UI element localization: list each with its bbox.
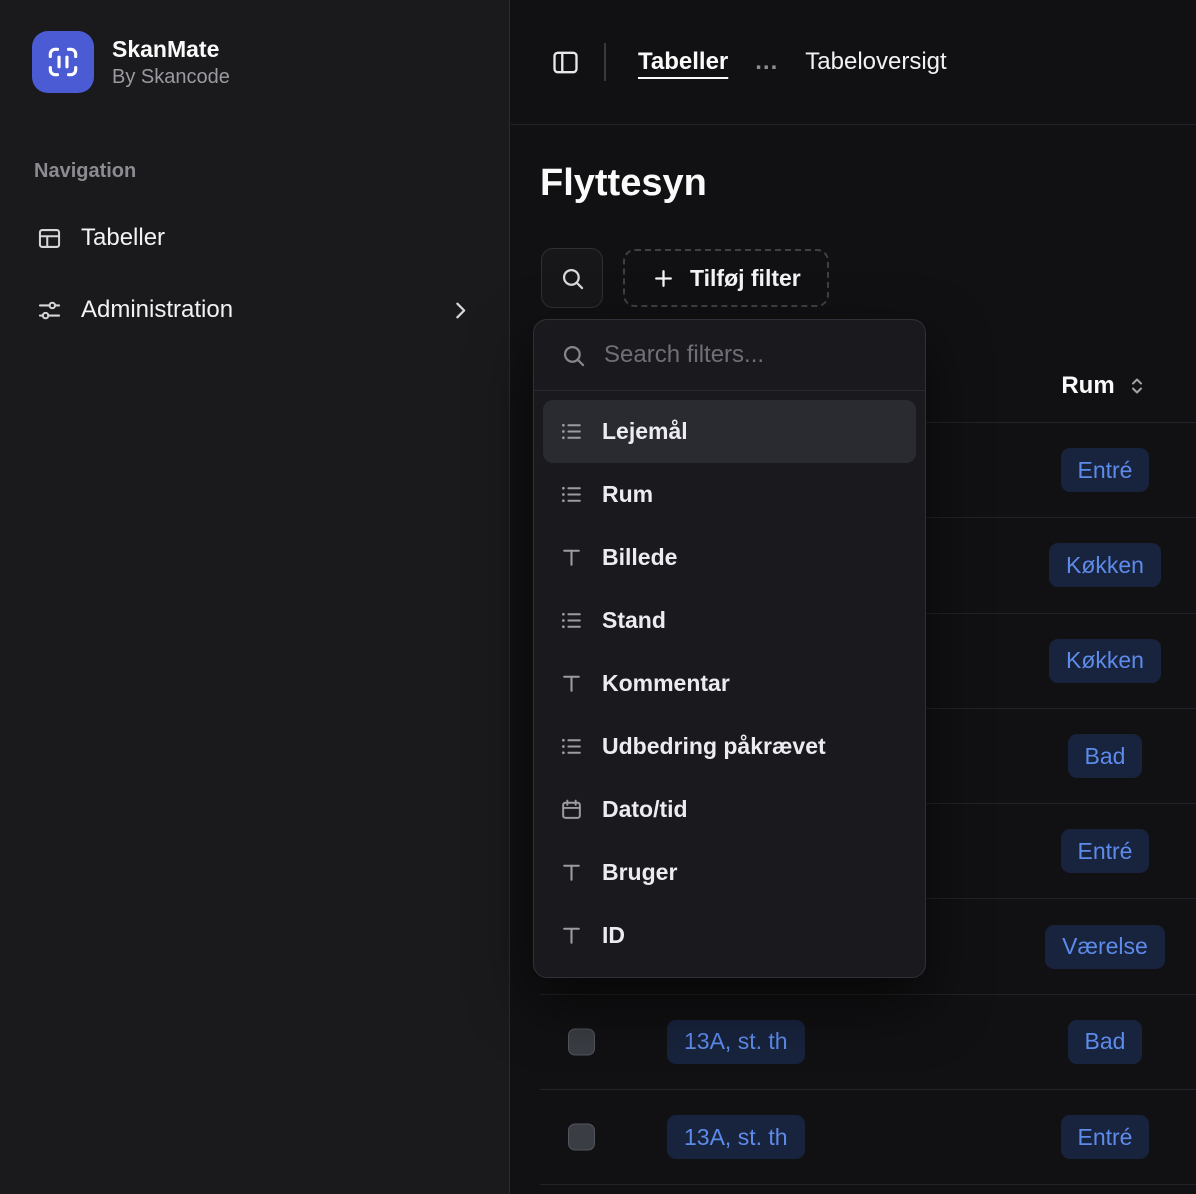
sidebar: SkanMate By Skancode Navigation Tabeller… [0,0,510,1194]
row-checkbox[interactable] [568,1124,595,1151]
search-icon [559,265,586,292]
filter-option-bruger[interactable]: Bruger [543,841,916,904]
brand-text: SkanMate By Skancode [112,36,230,89]
breadcrumb-tabeller-link[interactable]: Tabeller [638,48,728,76]
filter-option-id[interactable]: ID [543,904,916,967]
list-icon [559,608,584,633]
calendar-icon [559,797,584,822]
lejemaal-link[interactable]: 13A, st. th [667,1020,805,1064]
sidebar-item-administration[interactable]: Administration [22,282,487,338]
filter-option-label: Billede [602,544,677,571]
add-filter-label: Tilføj filter [690,265,801,292]
filter-option-label: Stand [602,607,666,634]
rum-badge: Køkken [1049,543,1161,587]
filter-option-label: Dato/tid [602,796,688,823]
filter-dropdown: Lejemål Rum Billede Stand Kommentar Udbe… [533,319,926,978]
breadcrumb-ellipsis[interactable]: ... [755,48,778,76]
breadcrumb-current: Tabeloversigt [805,48,946,76]
rum-badge: Entré [1061,448,1150,492]
filter-option-label: Udbedring påkrævet [602,733,826,760]
brand-name: SkanMate [112,36,230,63]
filter-option-kommentar[interactable]: Kommentar [543,652,916,715]
table-row: 13A, st. th Entré [540,1090,1196,1185]
search-icon [560,342,587,369]
sliders-icon [36,297,63,324]
list-icon [559,482,584,507]
filter-option-stand[interactable]: Stand [543,589,916,652]
lejemaal-link[interactable]: 13A, st. th [667,1115,805,1159]
plus-icon [651,266,676,291]
rum-badge: Entré [1061,829,1150,873]
filter-option-label: ID [602,922,625,949]
rum-badge: Værelse [1045,925,1165,969]
rum-badge: Entré [1061,1115,1150,1159]
chevron-right-icon [448,298,473,323]
text-icon [559,860,584,885]
filter-option-datotid[interactable]: Dato/tid [543,778,916,841]
table-icon [36,225,63,252]
filter-option-label: Bruger [602,859,677,886]
sidebar-item-tabeller[interactable]: Tabeller [22,210,487,266]
search-button[interactable] [541,248,603,308]
filter-option-label: Kommentar [602,670,730,697]
filter-option-label: Lejemål [602,418,688,445]
list-icon [559,734,584,759]
filter-option-lejemaal[interactable]: Lejemål [543,400,916,463]
sidebar-item-label: Administration [81,296,233,324]
column-header-label: Rum [1061,372,1114,400]
rum-badge: Bad [1068,1020,1143,1064]
text-icon [559,671,584,696]
table-row: 13A, st. th Bad [540,995,1196,1090]
row-checkbox[interactable] [568,1028,595,1055]
sidebar-item-label: Tabeller [81,224,165,252]
filter-option-rum[interactable]: Rum [543,463,916,526]
text-icon [559,923,584,948]
nav-section-label: Navigation [34,160,136,183]
column-header-rum[interactable]: Rum [1000,372,1196,400]
sidebar-toggle-button[interactable] [548,45,582,79]
brand: SkanMate By Skancode [32,31,230,93]
rum-badge: Bad [1068,734,1143,778]
text-icon [559,545,584,570]
topbar: Tabeller ... Tabeloversigt [511,0,1196,125]
add-filter-button[interactable]: Tilføj filter [623,249,829,307]
toolbar: Tilføj filter [541,248,829,308]
app-window: SkanMate By Skancode Navigation Tabeller… [0,0,1196,1194]
rum-badge: Køkken [1049,639,1161,683]
filter-search-row [534,320,925,391]
filter-option-billede[interactable]: Billede [543,526,916,589]
filter-options-list: Lejemål Rum Billede Stand Kommentar Udbe… [534,391,925,976]
filter-search-input[interactable] [604,341,914,369]
page-title: Flyttesyn [540,162,707,205]
topbar-divider [604,43,606,81]
filter-option-udbedring[interactable]: Udbedring påkrævet [543,715,916,778]
skanmate-logo-icon [32,31,94,93]
list-icon [559,419,584,444]
filter-option-label: Rum [602,481,653,508]
brand-byline: By Skancode [112,66,230,89]
panel-icon [550,47,581,78]
sort-icon[interactable] [1125,374,1149,398]
